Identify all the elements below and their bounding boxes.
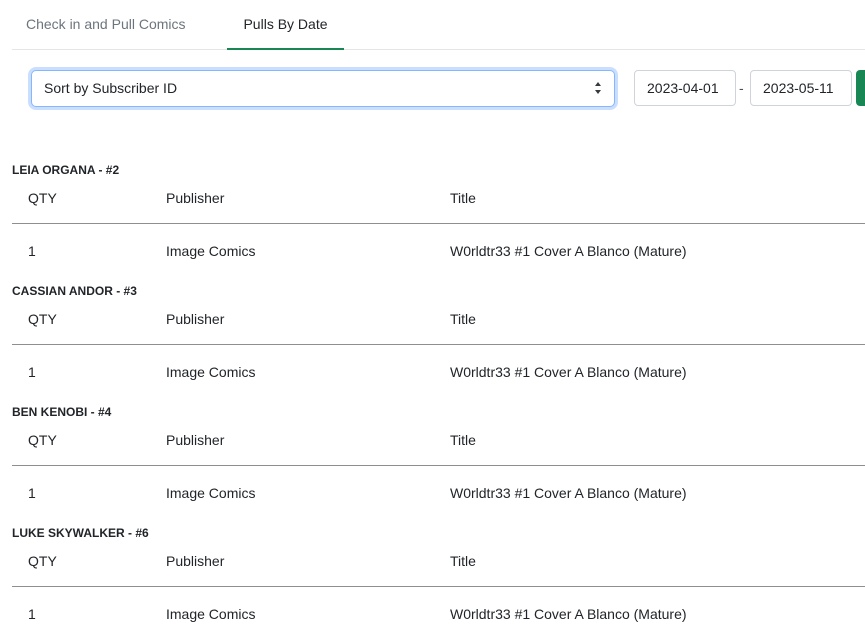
subscriber-group: LEIA ORGANA - #2 QTY Publisher Title 1 I…: [12, 163, 865, 284]
subscriber-group: LUKE SKYWALKER - #6 QTY Publisher Title …: [12, 526, 865, 644]
subscriber-group: CASSIAN ANDOR - #3 QTY Publisher Title 1…: [12, 284, 865, 405]
submit-button[interactable]: [856, 70, 865, 106]
cell-title: W0rldtr33 #1 Cover A Blanco (Mature): [450, 485, 687, 501]
header-divider: [12, 465, 865, 466]
cell-title: W0rldtr33 #1 Cover A Blanco (Mature): [450, 243, 687, 259]
end-date-input[interactable]: 2023-05-11: [750, 70, 852, 106]
cell-publisher: Image Comics: [166, 364, 256, 380]
header-divider: [12, 223, 865, 224]
column-header-title: Title: [450, 190, 476, 206]
column-header-qty: QTY: [28, 311, 57, 327]
header-divider: [12, 344, 865, 345]
column-header-publisher: Publisher: [166, 311, 225, 327]
column-header-publisher: Publisher: [166, 190, 225, 206]
tab-bar: Check in and Pull Comics Pulls By Date: [12, 0, 865, 50]
cell-title: W0rldtr33 #1 Cover A Blanco (Mature): [450, 606, 687, 622]
column-header-title: Title: [450, 553, 476, 569]
cell-title: W0rldtr33 #1 Cover A Blanco (Mature): [450, 364, 687, 380]
tab-check-in-and-pull[interactable]: Check in and Pull Comics: [26, 0, 226, 48]
column-header-title: Title: [450, 311, 476, 327]
header-divider: [12, 586, 865, 587]
page: Check in and Pull Comics Pulls By Date S…: [0, 0, 865, 644]
cell-qty: 1: [28, 485, 36, 501]
sort-select-value: Sort by Subscriber ID: [44, 80, 178, 96]
select-arrows-icon: [595, 82, 601, 94]
cell-publisher: Image Comics: [166, 606, 256, 622]
subscriber-group: BEN KENOBI - #4 QTY Publisher Title 1 Im…: [12, 405, 865, 526]
column-header-qty: QTY: [28, 190, 57, 206]
cell-publisher: Image Comics: [166, 243, 256, 259]
column-header-qty: QTY: [28, 432, 57, 448]
cell-qty: 1: [28, 606, 36, 622]
cell-qty: 1: [28, 243, 36, 259]
sort-select[interactable]: Sort by Subscriber ID: [31, 70, 615, 107]
column-header-publisher: Publisher: [166, 553, 225, 569]
column-header-title: Title: [450, 432, 476, 448]
tab-pulls-by-date[interactable]: Pulls By Date: [227, 0, 344, 50]
column-header-qty: QTY: [28, 553, 57, 569]
subscriber-name: CASSIAN ANDOR - #3: [12, 284, 137, 298]
cell-qty: 1: [28, 364, 36, 380]
subscriber-name: LUKE SKYWALKER - #6: [12, 526, 149, 540]
subscriber-name: BEN KENOBI - #4: [12, 405, 112, 419]
start-date-input[interactable]: 2023-04-01: [634, 70, 736, 106]
column-header-publisher: Publisher: [166, 432, 225, 448]
cell-publisher: Image Comics: [166, 485, 256, 501]
date-range-separator: -: [739, 80, 744, 96]
subscriber-name: LEIA ORGANA - #2: [12, 163, 120, 177]
